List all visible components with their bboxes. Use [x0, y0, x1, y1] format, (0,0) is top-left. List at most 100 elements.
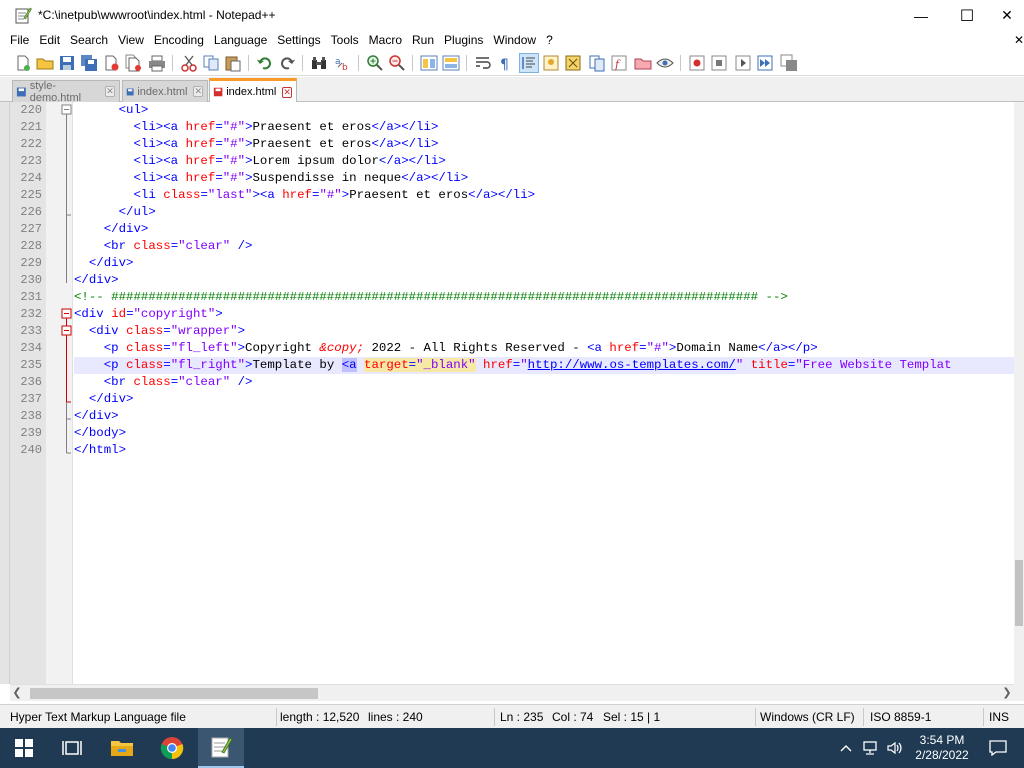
menu-macro[interactable]: Macro [365, 31, 406, 50]
tab-style-demo[interactable]: style-demo.html ✕ [12, 80, 120, 104]
menu-encoding[interactable]: Encoding [150, 31, 208, 50]
menu-settings[interactable]: Settings [273, 31, 324, 50]
action-center-button[interactable] [978, 728, 1018, 768]
code-line[interactable]: <div id="copyright"> [74, 306, 1014, 323]
menu-run[interactable]: Run [408, 31, 438, 50]
network-tray-button[interactable] [860, 728, 882, 768]
volume-tray-button[interactable] [884, 728, 906, 768]
code-line[interactable]: </div> [74, 408, 1014, 425]
code-line[interactable]: <li class="last"><a href="#">Praesent et… [74, 187, 1014, 204]
menu-plugins[interactable]: Plugins [440, 31, 487, 50]
scroll-left-icon[interactable]: ❮ [10, 685, 24, 702]
scroll-right-icon[interactable]: ❯ [1000, 685, 1014, 702]
code-line[interactable]: <li><a href="#">Praesent et eros</a></li… [74, 119, 1014, 136]
paste-button[interactable] [224, 54, 242, 72]
menu-search[interactable]: Search [66, 31, 112, 50]
tab-close-icon[interactable]: ✕ [193, 86, 203, 97]
tab-close-icon[interactable]: ✕ [104, 86, 115, 97]
taskbar-chrome[interactable] [148, 728, 196, 768]
code-line[interactable]: <ul> [74, 102, 1014, 119]
status-encoding[interactable]: ISO 8859-1 [870, 705, 931, 729]
save-macro-button[interactable] [780, 54, 798, 72]
maximize-button[interactable]: ☐ [944, 0, 990, 31]
menu-file[interactable]: File [6, 31, 33, 50]
new-file-button[interactable] [14, 54, 32, 72]
code-line[interactable]: <br class="clear" /> [74, 238, 1014, 255]
zoom-in-button[interactable] [366, 54, 384, 72]
code-line[interactable]: </div> [74, 221, 1014, 238]
folder-workspace-button[interactable] [634, 54, 652, 72]
code-line[interactable]: <div class="wrapper"> [74, 323, 1014, 340]
task-view-button[interactable] [48, 728, 96, 768]
code-line[interactable]: <li><a href="#">Praesent et eros</a></li… [74, 136, 1014, 153]
run-macro-multiple-button[interactable] [756, 54, 774, 72]
status-eol[interactable]: Windows (CR LF) [760, 705, 855, 729]
menu-tools[interactable]: Tools [327, 31, 363, 50]
code-line[interactable]: </body> [74, 425, 1014, 442]
tab-index-1[interactable]: index.html ✕ [122, 80, 208, 102]
function-list-button[interactable]: f [610, 54, 628, 72]
close-document-icon[interactable]: ✕ [1014, 31, 1024, 50]
word-wrap-button[interactable] [474, 54, 492, 72]
document-list-button[interactable] [588, 54, 606, 72]
zoom-out-button[interactable] [388, 54, 406, 72]
close-button[interactable]: ✕ [990, 0, 1024, 31]
tab-index-active[interactable]: index.html ✕ [209, 78, 297, 103]
start-button[interactable] [0, 728, 48, 768]
undo-button[interactable] [256, 54, 274, 72]
code-line[interactable]: <li><a href="#">Lorem ipsum dolor</a></l… [74, 153, 1014, 170]
find-button[interactable] [310, 54, 328, 72]
sync-vertical-button[interactable] [420, 54, 438, 72]
fold-margin[interactable] [46, 102, 73, 684]
code-line[interactable]: </html> [74, 442, 1014, 459]
close-file-button[interactable] [102, 54, 120, 72]
stop-macro-button[interactable] [710, 54, 728, 72]
editor-pane[interactable]: 220 221 222 223 224 225 226 227 228 229 230 231 232 2… [0, 102, 1024, 684]
open-file-button[interactable] [36, 54, 54, 72]
show-all-characters-button[interactable]: ¶ [496, 54, 514, 72]
code-area[interactable]: <ul> <li><a href="#">Praesent et eros</a… [74, 102, 1014, 684]
cut-button[interactable] [180, 54, 198, 72]
tab-label: index.html [137, 85, 188, 98]
clock-time: 3:54 PM [919, 733, 965, 747]
tab-close-icon[interactable]: ✕ [282, 86, 292, 98]
code-line[interactable]: <p class="fl_left">Copyright &copy; 2022… [74, 340, 1014, 357]
menu-edit[interactable]: Edit [35, 31, 64, 50]
code-line[interactable]: </ul> [74, 204, 1014, 221]
menu-language[interactable]: Language [210, 31, 271, 50]
menu-help[interactable]: ? [542, 31, 557, 50]
menu-window[interactable]: Window [489, 31, 540, 50]
horizontal-scrollbar[interactable]: ❮ ❯ [10, 684, 1014, 701]
indent-guide-button[interactable] [519, 53, 539, 73]
sync-horizontal-button[interactable] [442, 54, 460, 72]
copy-button[interactable] [202, 54, 220, 72]
menu-view[interactable]: View [114, 31, 148, 50]
save-all-button[interactable] [80, 54, 98, 72]
vertical-scrollbar[interactable] [1014, 102, 1024, 684]
clock-tray-button[interactable]: 3:54 PM 2/28/2022 [908, 728, 976, 768]
code-line[interactable]: <!-- ###################################… [74, 289, 1014, 306]
show-hidden-icons-button[interactable] [836, 728, 856, 768]
taskbar-notepadpp[interactable] [198, 728, 244, 768]
minimize-button[interactable]: — [898, 0, 944, 31]
play-macro-button[interactable] [734, 54, 752, 72]
vertical-scroll-thumb[interactable] [1015, 560, 1023, 626]
save-button[interactable] [58, 54, 76, 72]
monitoring-button[interactable] [656, 54, 674, 72]
document-map-button[interactable] [564, 54, 582, 72]
taskbar-file-explorer[interactable] [98, 728, 146, 768]
code-line[interactable]: </div> [74, 391, 1014, 408]
close-all-button[interactable] [124, 54, 142, 72]
print-button[interactable] [148, 54, 166, 72]
redo-button[interactable] [278, 54, 296, 72]
udl-button[interactable] [542, 54, 560, 72]
code-line-current[interactable]: <p class="fl_right">Template by <a targe… [74, 357, 1014, 374]
record-macro-button[interactable] [688, 54, 706, 72]
code-line[interactable]: </div> [74, 272, 1014, 289]
code-line[interactable]: <br class="clear" /> [74, 374, 1014, 391]
code-line[interactable]: </div> [74, 255, 1014, 272]
horizontal-scroll-thumb[interactable] [30, 688, 318, 699]
code-line[interactable]: <li><a href="#">Suspendisse in neque</a>… [74, 170, 1014, 187]
replace-button[interactable]: ab [334, 54, 352, 72]
redo-icon [281, 57, 295, 70]
